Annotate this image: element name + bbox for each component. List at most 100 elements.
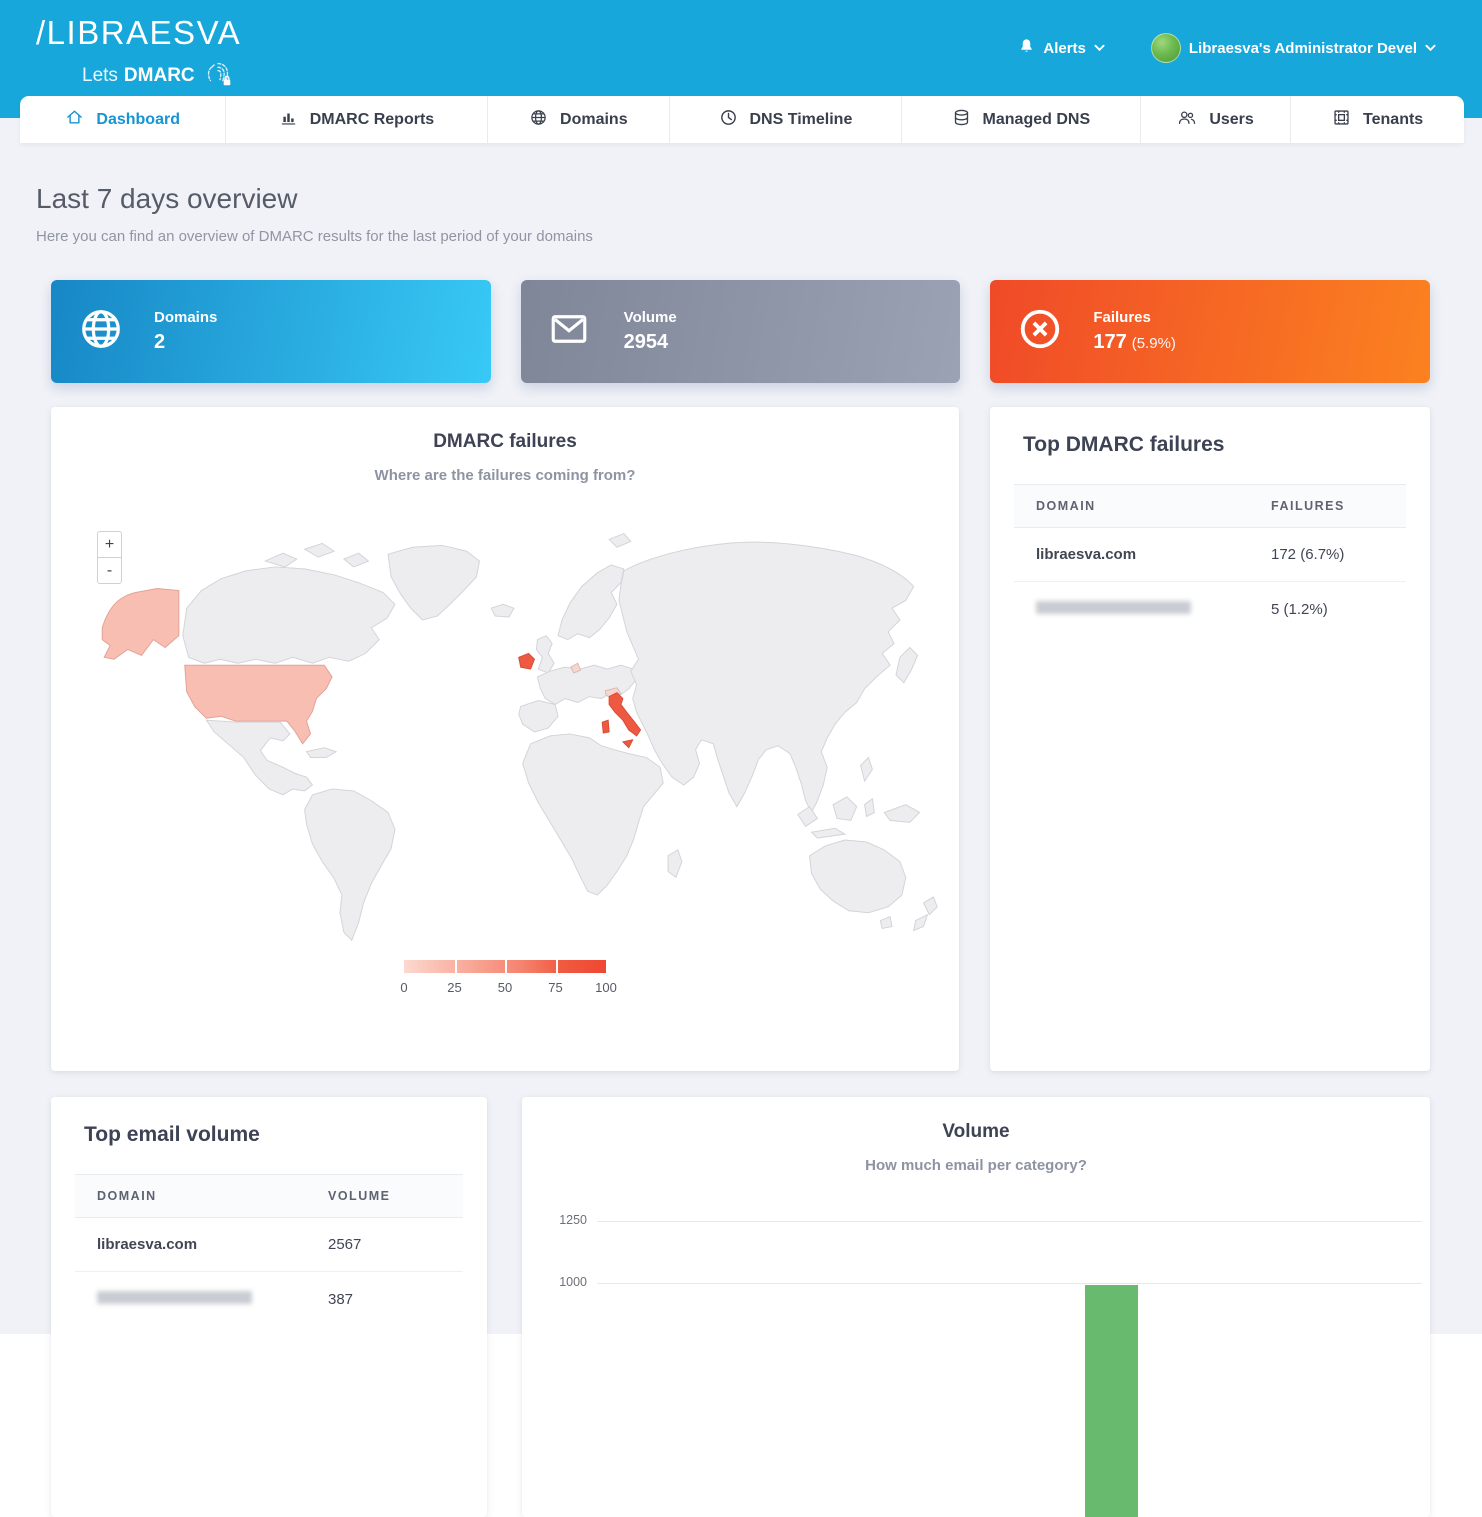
redacted-domain — [97, 1291, 252, 1304]
tab-dmarc-reports[interactable]: DMARC Reports — [225, 96, 486, 143]
failures-cell: 5 (1.2%) — [1271, 601, 1406, 618]
stat-card-domains: Domains 2 — [51, 280, 491, 383]
table-header: DOMAIN VOLUME — [75, 1174, 463, 1218]
failures-cell: 172 (6.7%) — [1271, 546, 1406, 563]
domain-cell: libraesva.com — [75, 1236, 328, 1253]
column-header-domain: DOMAIN — [1014, 499, 1271, 513]
tab-label: DNS Timeline — [750, 111, 853, 129]
tab-label: DMARC Reports — [310, 111, 434, 129]
alerts-menu[interactable]: Alerts — [1018, 37, 1105, 60]
stat-label: Volume — [624, 309, 677, 326]
country-canada — [183, 567, 395, 663]
column-header-domain: DOMAIN — [75, 1189, 328, 1203]
globe-icon — [78, 306, 124, 357]
logo-secondary-light: Lets — [82, 65, 118, 87]
domain-cell: libraesva.com — [1014, 546, 1271, 563]
stat-label: Failures — [1093, 309, 1176, 326]
database-icon — [952, 108, 971, 132]
logo-secondary-bold: DMARC — [124, 65, 195, 87]
legend-gradient-bar — [404, 960, 606, 973]
avatar — [1151, 33, 1181, 63]
logo-primary-text: /LIBRAESVA — [36, 14, 241, 52]
stat-value: 2 — [154, 331, 217, 354]
chevron-down-icon — [1094, 39, 1105, 57]
table-row: 387 — [75, 1272, 463, 1326]
tab-label: Domains — [560, 111, 628, 129]
legend-tick: 25 — [447, 980, 461, 995]
globe-icon — [529, 108, 548, 132]
top-failures-title: Top DMARC failures — [1023, 433, 1224, 457]
zoom-in-button[interactable]: + — [97, 531, 122, 558]
stats-row: Domains 2 Volume 2954 Failures 177(5.9%) — [51, 280, 1430, 383]
home-icon — [65, 108, 84, 132]
stat-card-failures: Failures 177(5.9%) — [990, 280, 1430, 383]
top-email-volume-card: Top email volume DOMAIN VOLUME libraesva… — [51, 1097, 487, 1517]
tab-managed-dns[interactable]: Managed DNS — [901, 96, 1140, 143]
redacted-domain — [1036, 601, 1191, 614]
user-menu[interactable]: Libraesva's Administrator Devel — [1151, 33, 1436, 63]
envelope-icon — [548, 308, 594, 355]
volume-bar[interactable] — [1085, 1285, 1138, 1517]
zoom-out-button[interactable]: - — [97, 557, 122, 584]
tab-users[interactable]: Users — [1140, 96, 1290, 143]
stat-label: Domains — [154, 309, 217, 326]
country-greenland — [388, 545, 479, 620]
tab-tenants[interactable]: Tenants — [1290, 96, 1464, 143]
clock-icon — [719, 108, 738, 132]
country-alaska — [102, 589, 179, 660]
domain-cell — [1014, 601, 1271, 618]
fingerprint-icon — [201, 56, 235, 95]
legend-tick: 0 — [400, 980, 407, 995]
map-card-title: DMARC failures — [51, 431, 959, 453]
table-row: 5 (1.2%) — [1014, 582, 1406, 636]
main-content: Last 7 days overview Here you can find a… — [0, 143, 1482, 1334]
table-header: DOMAIN FAILURES — [1014, 484, 1406, 528]
user-name: Libraesva's Administrator Devel — [1189, 40, 1417, 57]
domain-cell — [75, 1291, 328, 1308]
top-volume-title: Top email volume — [84, 1123, 260, 1147]
stat-suffix: (5.9%) — [1132, 335, 1176, 352]
x-circle-icon — [1017, 306, 1063, 357]
dmarc-failures-map-card: DMARC failures Where are the failures co… — [51, 407, 959, 1071]
map-card-subtitle: Where are the failures coming from? — [51, 467, 959, 484]
gridline — [597, 1221, 1422, 1222]
stat-value: 177(5.9%) — [1093, 331, 1176, 354]
chart-subtitle: How much email per category? — [522, 1157, 1430, 1174]
y-axis-tick: 1000 — [522, 1275, 587, 1289]
legend-tick: 50 — [498, 980, 512, 995]
page-subtitle: Here you can find an overview of DMARC r… — [36, 228, 593, 245]
users-icon — [1177, 108, 1197, 132]
tab-domains[interactable]: Domains — [487, 96, 670, 143]
tab-label: Managed DNS — [983, 111, 1091, 129]
table-row: libraesva.com 2567 — [75, 1218, 463, 1272]
gridline — [597, 1283, 1422, 1284]
stat-card-volume: Volume 2954 — [521, 280, 961, 383]
page-title: Last 7 days overview — [36, 183, 593, 215]
table-row: libraesva.com 172 (6.7%) — [1014, 528, 1406, 582]
column-header-volume: VOLUME — [328, 1189, 463, 1203]
column-header-failures: FAILURES — [1271, 499, 1406, 513]
top-dmarc-failures-card: Top DMARC failures DOMAIN FAILURES libra… — [990, 407, 1430, 1071]
tab-label: Tenants — [1363, 111, 1423, 129]
stat-value: 2954 — [624, 331, 677, 354]
map-zoom-controls: + - — [97, 531, 122, 584]
country-ireland — [519, 653, 535, 669]
tab-label: Users — [1209, 111, 1253, 129]
tab-dashboard[interactable]: Dashboard — [20, 96, 225, 143]
world-map[interactable] — [59, 507, 951, 955]
volume-cell: 2567 — [328, 1236, 463, 1253]
chevron-down-icon — [1425, 39, 1436, 57]
volume-chart-card: Volume How much email per category? 1250… — [522, 1097, 1430, 1517]
tenants-icon — [1332, 108, 1351, 132]
main-nav: Dashboard DMARC Reports Domains DNS Time… — [20, 96, 1464, 143]
bar-chart-icon — [279, 108, 298, 132]
bell-icon — [1018, 37, 1035, 60]
tab-dns-timeline[interactable]: DNS Timeline — [669, 96, 901, 143]
y-axis-tick: 1250 — [522, 1213, 587, 1227]
alerts-label: Alerts — [1043, 40, 1086, 57]
tab-label: Dashboard — [96, 111, 180, 129]
map-legend: 0 25 50 75 100 — [404, 960, 606, 996]
brand-logo: /LIBRAESVA Lets DMARC — [36, 14, 241, 95]
volume-cell: 387 — [328, 1291, 463, 1308]
legend-tick: 75 — [548, 980, 562, 995]
